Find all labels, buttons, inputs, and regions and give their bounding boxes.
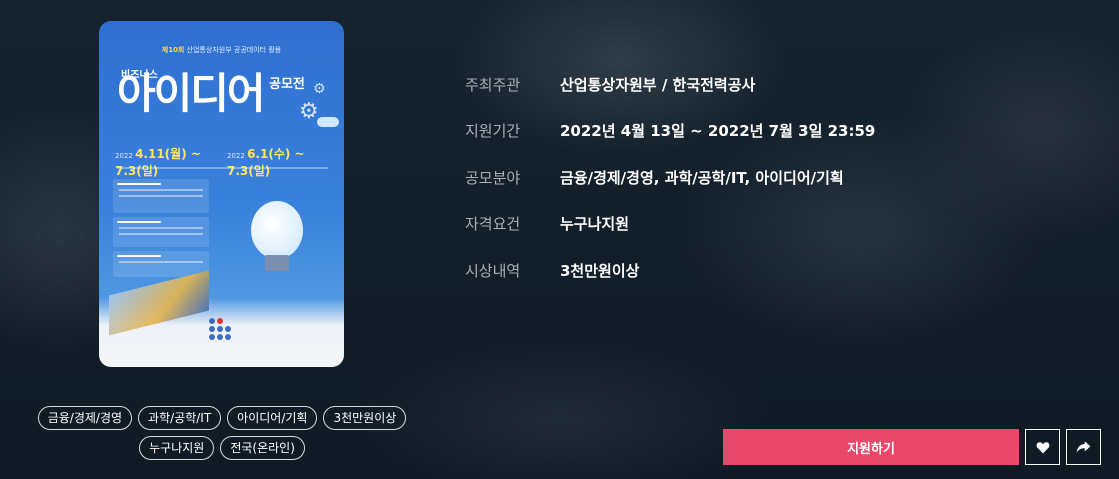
poster-sponsor-logos: [209, 317, 337, 341]
share-button[interactable]: [1066, 429, 1101, 465]
lightbulb-base: [265, 255, 289, 271]
tag[interactable]: 3천만원이상: [323, 406, 407, 430]
info-label: 지원기간: [465, 122, 521, 140]
info-row-period: 지원기간 2022년 4월 13일 ~ 2022년 7월 3일 23:59: [465, 119, 875, 143]
poster-dates: 2022 4.11(월) ~ 7.3(일) 2022 6.1(수) ~ 7.3(…: [115, 147, 305, 178]
tag-list: 금융/경제/경영 과학/공학/IT 아이디어/기획 3천만원이상 누구나지원 전…: [22, 406, 422, 466]
apply-button[interactable]: 지원하기: [723, 429, 1019, 465]
info-value: 금융/경제/경영, 과학/공학/IT, 아이디어/기획: [560, 168, 844, 187]
tag[interactable]: 금융/경제/경영: [37, 406, 133, 430]
heart-icon: [1036, 441, 1049, 453]
poster-top-line: 제10회 산업통상자원부 공공데이터 활용: [161, 46, 282, 54]
tag[interactable]: 누구나지원: [139, 436, 215, 460]
tag-row: 금융/경제/경영 과학/공학/IT 아이디어/기획 3천만원이상: [22, 406, 422, 430]
poster-info-box: [113, 179, 209, 213]
contest-poster: 제10회 산업통상자원부 공공데이터 활용 비즈니스 아이디어 공모전 ⚙ ⚙ …: [99, 21, 344, 367]
tag[interactable]: 과학/공학/IT: [138, 406, 222, 430]
info-row-field: 공모분야 금융/경제/경영, 과학/공학/IT, 아이디어/기획: [465, 165, 875, 189]
poster-contest-label: 공모전: [269, 77, 305, 92]
tag[interactable]: 전국(온라인): [220, 436, 305, 460]
lightbulb-icon: [251, 201, 303, 259]
info-value: 누구나지원: [560, 215, 630, 233]
poster-info-box: [113, 217, 209, 247]
info-row-host: 주최주관 산업통상자원부 / 한국전력공사: [465, 72, 875, 96]
cloud-icon: [317, 117, 339, 127]
info-label: 시상내역: [465, 261, 521, 280]
poster-divider: [117, 167, 328, 169]
info-value: 산업통상자원부 / 한국전력공사: [560, 75, 756, 94]
gear-icon: ⚙: [299, 99, 319, 124]
poster-illustration: [109, 270, 209, 336]
gear-icon-small: ⚙: [313, 81, 326, 97]
info-label: 공모분야: [465, 168, 521, 187]
info-label: 자격요건: [465, 215, 521, 233]
like-button[interactable]: [1025, 429, 1060, 465]
contest-info: 주최주관 산업통상자원부 / 한국전력공사 지원기간 2022년 4월 13일 …: [465, 72, 875, 305]
info-value: 2022년 4월 13일 ~ 2022년 7월 3일 23:59: [560, 122, 876, 140]
info-row-prize: 시상내역 3천만원이상: [465, 258, 875, 282]
poster-main-title: 아이디어: [117, 69, 266, 118]
info-value: 3천만원이상: [560, 261, 640, 280]
info-label: 주최주관: [465, 75, 521, 94]
tag[interactable]: 아이디어/기획: [227, 406, 318, 430]
tag-row: 누구나지원 전국(온라인): [22, 436, 422, 460]
info-row-eligibility: 자격요건 누구나지원: [465, 212, 875, 236]
share-icon: [1076, 441, 1091, 453]
